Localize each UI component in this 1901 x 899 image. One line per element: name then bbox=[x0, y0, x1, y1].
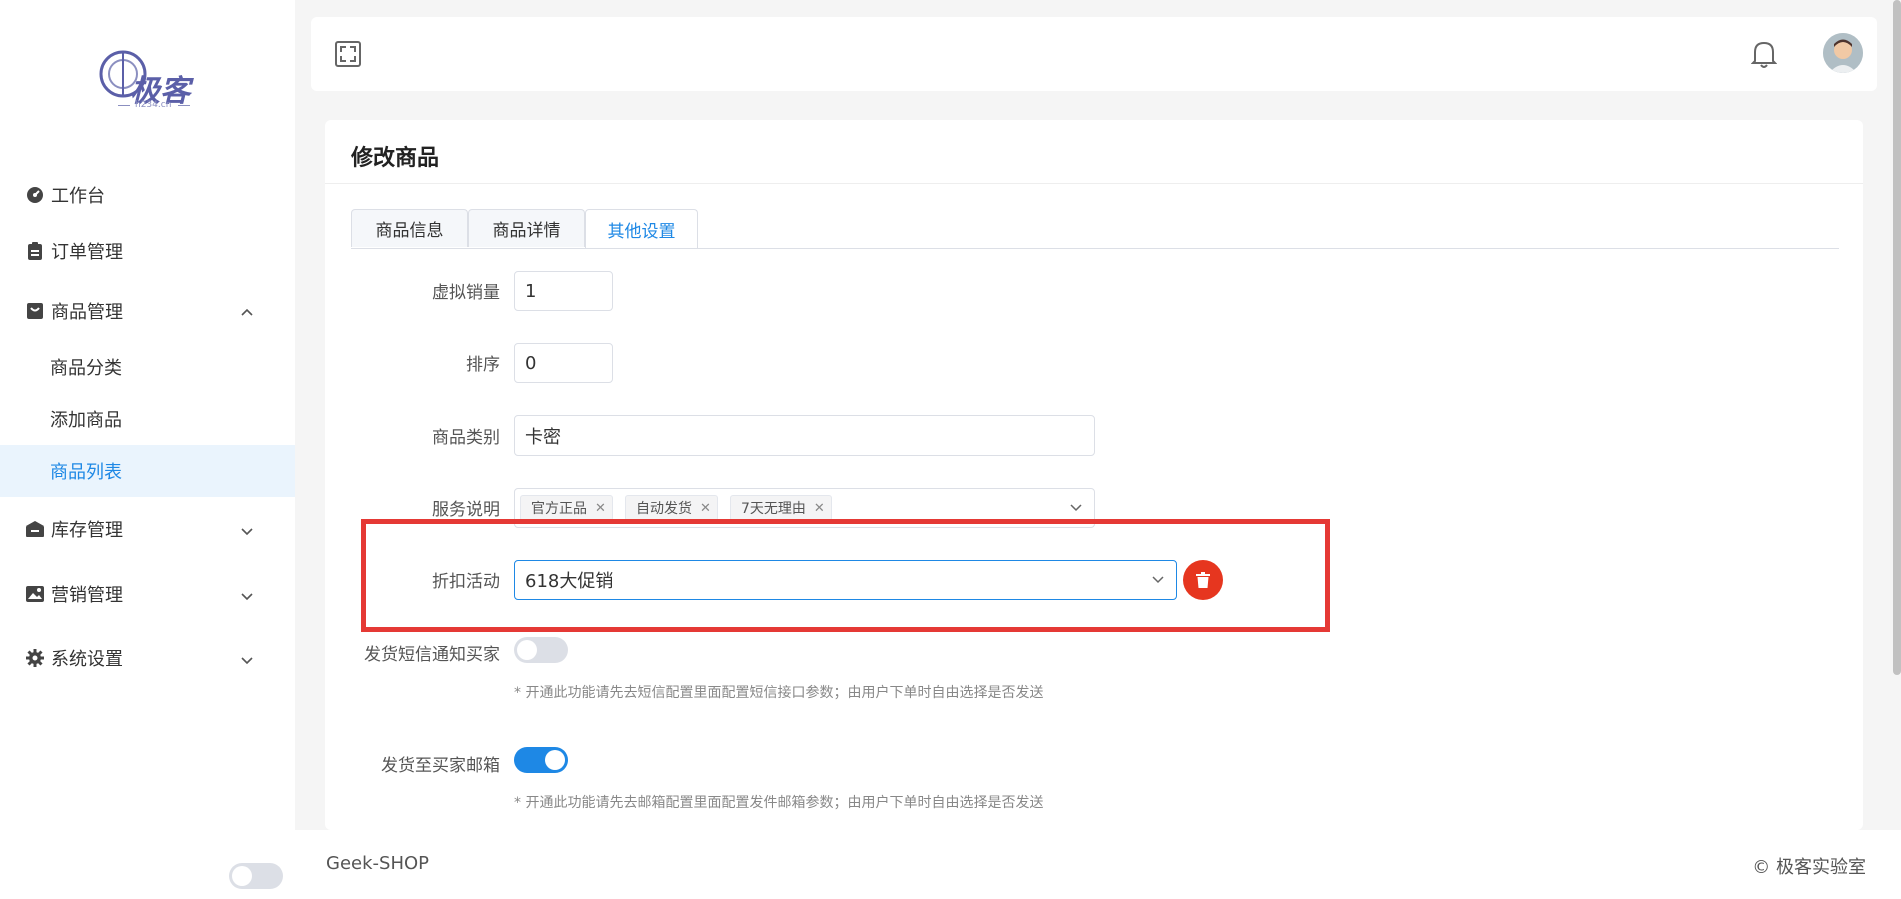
sidebar: 极客 h234.cn 工作台 订单管理 商品管理 商品分类 添加商品 商品列表 bbox=[0, 0, 295, 899]
email-notify-label: 发货至买家邮箱 bbox=[381, 756, 500, 776]
toggle-knob bbox=[232, 866, 252, 886]
sidebar-item-inventory[interactable]: 库存管理 bbox=[0, 504, 295, 554]
close-icon[interactable]: ✕ bbox=[595, 501, 606, 516]
footer-copyright: © 极客实验室 bbox=[1752, 857, 1866, 878]
sms-notify-hint: * 开通此功能请先去短信配置里面配置短信接口参数；由用户下单时自由选择是否发送 bbox=[514, 685, 1044, 701]
page-title: 修改商品 bbox=[351, 146, 440, 171]
bell-icon[interactable] bbox=[1750, 39, 1778, 69]
sidebar-item-orders[interactable]: 订单管理 bbox=[0, 226, 295, 276]
close-icon[interactable]: ✕ bbox=[700, 501, 711, 516]
sidebar-subitem-label: 商品列表 bbox=[50, 462, 122, 483]
switch-knob bbox=[545, 750, 565, 770]
sidebar-item-label: 订单管理 bbox=[51, 242, 123, 263]
gear-icon bbox=[26, 649, 44, 667]
service-tag: 自动发货 ✕ bbox=[625, 495, 718, 521]
virtual-sales-label: 虚拟销量 bbox=[432, 283, 500, 303]
chevron-up-icon bbox=[240, 304, 254, 318]
tag-label: 官方正品 bbox=[531, 501, 587, 517]
close-icon[interactable]: ✕ bbox=[814, 501, 825, 516]
sidebar-subitem-label: 商品分类 bbox=[50, 358, 122, 379]
sms-notify-switch[interactable] bbox=[514, 637, 568, 663]
sidebar-item-label: 商品管理 bbox=[51, 302, 123, 323]
tag-label: 自动发货 bbox=[636, 501, 692, 517]
dashboard-icon bbox=[26, 186, 44, 204]
sidebar-subitem-label: 添加商品 bbox=[50, 410, 122, 431]
chevron-down-icon bbox=[1070, 504, 1082, 512]
sidebar-item-label: 系统设置 bbox=[51, 649, 123, 670]
highlight-box bbox=[361, 519, 1330, 632]
sidebar-item-label: 库存管理 bbox=[51, 520, 123, 541]
sms-notify-label: 发货短信通知买家 bbox=[364, 645, 500, 665]
category-label: 商品类别 bbox=[432, 428, 500, 448]
sidebar-subitem-category[interactable]: 商品分类 bbox=[0, 341, 295, 393]
clipboard-icon bbox=[26, 242, 44, 260]
email-notify-switch[interactable] bbox=[514, 747, 568, 773]
switch-knob bbox=[517, 640, 537, 660]
footer: Geek-SHOP © 极客实验室 bbox=[295, 830, 1901, 899]
tab-product-info[interactable]: 商品信息 bbox=[351, 209, 468, 247]
service-tag: 官方正品 ✕ bbox=[520, 495, 613, 521]
service-label: 服务说明 bbox=[432, 500, 500, 520]
theme-toggle[interactable] bbox=[229, 863, 283, 889]
shopping-bag-icon bbox=[26, 302, 44, 320]
top-bar bbox=[311, 17, 1877, 91]
chevron-down-icon bbox=[240, 522, 254, 536]
email-notify-hint: * 开通此功能请先去邮箱配置里面配置发件邮箱参数；由用户下单时自由选择是否发送 bbox=[514, 795, 1044, 811]
sidebar-item-label: 营销管理 bbox=[51, 585, 123, 606]
avatar[interactable] bbox=[1823, 33, 1863, 73]
sidebar-item-marketing[interactable]: 营销管理 bbox=[0, 569, 295, 619]
tag-label: 7天无理由 bbox=[741, 501, 806, 517]
tab-product-details[interactable]: 商品详情 bbox=[468, 209, 585, 247]
divider bbox=[325, 183, 1863, 184]
sidebar-subitem-add-product[interactable]: 添加商品 bbox=[0, 393, 295, 445]
warehouse-icon bbox=[26, 520, 44, 538]
fullscreen-icon[interactable] bbox=[335, 41, 361, 67]
sidebar-subitem-product-list[interactable]: 商品列表 bbox=[0, 445, 295, 497]
tab-other-settings[interactable]: 其他设置 bbox=[585, 209, 698, 248]
service-tag: 7天无理由 ✕ bbox=[730, 495, 832, 521]
sort-label: 排序 bbox=[466, 355, 500, 375]
sidebar-item-products[interactable]: 商品管理 bbox=[0, 286, 295, 336]
logo-subtext: h234.cn bbox=[135, 100, 172, 110]
logo-divider bbox=[178, 105, 190, 106]
logo-divider bbox=[118, 105, 130, 106]
sidebar-item-label: 工作台 bbox=[51, 186, 105, 207]
chevron-down-icon bbox=[240, 587, 254, 601]
sidebar-item-dashboard[interactable]: 工作台 bbox=[0, 170, 295, 220]
scrollbar[interactable] bbox=[1893, 0, 1901, 675]
edit-product-card: 修改商品 商品信息 商品详情 其他设置 虚拟销量 1 排序 0 商品类别 卡密 … bbox=[325, 120, 1863, 830]
category-input[interactable]: 卡密 bbox=[514, 415, 1095, 456]
image-icon bbox=[26, 585, 44, 603]
chevron-down-icon bbox=[240, 651, 254, 665]
virtual-sales-input[interactable]: 1 bbox=[514, 271, 613, 311]
tabs-underline bbox=[351, 248, 1839, 249]
footer-brand: Geek-SHOP bbox=[326, 853, 429, 874]
sidebar-item-settings[interactable]: 系统设置 bbox=[0, 633, 295, 683]
sort-input[interactable]: 0 bbox=[514, 343, 613, 383]
